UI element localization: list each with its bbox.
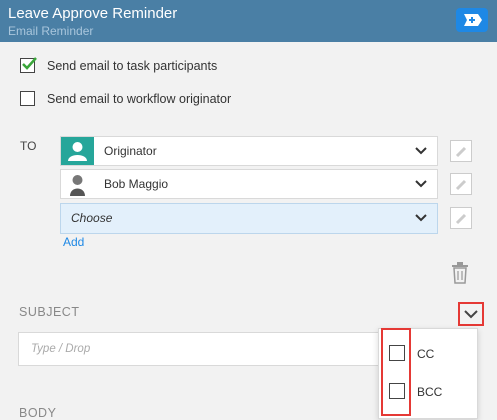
send-originator-checkbox[interactable] — [20, 91, 35, 106]
add-button[interactable] — [456, 8, 488, 32]
recipient-row-choose[interactable]: Choose — [60, 203, 438, 234]
recipient-text: Bob Maggio — [104, 177, 169, 191]
user-icon — [61, 137, 94, 165]
edit-button[interactable] — [450, 207, 472, 229]
subject-label: SUBJECT — [19, 305, 80, 319]
send-originator-label: Send email to workflow originator — [47, 92, 232, 106]
trash-icon[interactable] — [451, 262, 469, 284]
choose-placeholder: Choose — [71, 211, 113, 225]
send-participants-label: Send email to task participants — [47, 59, 218, 73]
chevron-down-icon — [464, 310, 478, 319]
chevron-down-icon[interactable] — [415, 213, 427, 223]
edit-button[interactable] — [450, 140, 472, 162]
page-subtitle: Email Reminder — [8, 24, 94, 38]
cc-label[interactable]: CC — [417, 347, 434, 361]
subject-input[interactable]: Type / Drop — [18, 332, 398, 366]
header-bar: Leave Approve Reminder Email Reminder — [0, 0, 497, 42]
subject-placeholder: Type / Drop — [31, 343, 91, 355]
chevron-down-icon[interactable] — [415, 146, 427, 156]
avatar-icon — [61, 170, 94, 198]
check-icon — [22, 57, 37, 70]
pencil-icon — [455, 146, 467, 158]
chevron-down-icon[interactable] — [415, 179, 427, 189]
add-recipient-link[interactable]: Add — [63, 235, 84, 249]
recipient-text: Originator — [104, 144, 157, 158]
cc-bcc-toggle-button[interactable] — [458, 302, 484, 326]
send-participants-checkbox[interactable] — [20, 57, 37, 73]
add-step-icon — [464, 14, 482, 26]
recipient-row-bob-maggio[interactable]: Bob Maggio — [60, 169, 438, 199]
checkbox-highlight — [381, 328, 411, 416]
pencil-icon — [455, 179, 467, 191]
page-title: Leave Approve Reminder — [8, 5, 178, 22]
bcc-label[interactable]: BCC — [417, 385, 442, 399]
pencil-icon — [455, 213, 467, 225]
recipient-row-originator[interactable]: Originator — [60, 136, 438, 166]
body-label: BODY — [19, 406, 57, 420]
edit-button[interactable] — [450, 173, 472, 195]
to-label: TO — [20, 139, 37, 153]
